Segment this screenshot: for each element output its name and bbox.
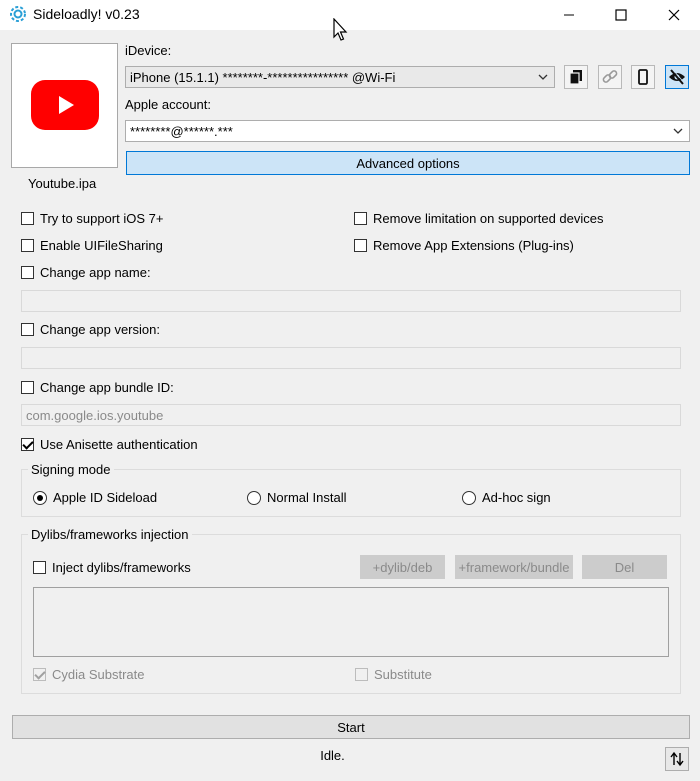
- change-bundle-checkbox[interactable]: [21, 381, 34, 394]
- add-framework-label: +framework/bundle: [458, 559, 570, 575]
- apple-id-radio[interactable]: [33, 490, 47, 505]
- bundle-id-field[interactable]: com.google.ios.youtube: [21, 404, 681, 426]
- copy-button[interactable]: [564, 65, 588, 89]
- change-bundle-label: Change app bundle ID:: [40, 380, 174, 395]
- minimize-icon: [564, 14, 574, 16]
- idevice-label: iDevice:: [125, 43, 172, 58]
- inject-dylibs-label: Inject dylibs/frameworks: [52, 560, 191, 575]
- mouse-cursor-icon: [333, 18, 348, 41]
- copy-icon: [569, 70, 582, 85]
- idevice-select[interactable]: iPhone (15.1.1) ********-***************…: [125, 66, 555, 88]
- phone-icon: [638, 69, 648, 85]
- dylibs-title: Dylibs/frameworks injection: [28, 527, 192, 542]
- remove-limitation-option[interactable]: Remove limitation on supported devices: [354, 211, 604, 226]
- cydia-option: Cydia Substrate: [33, 667, 145, 682]
- ios7-checkbox[interactable]: [21, 212, 34, 225]
- remove-extensions-checkbox[interactable]: [354, 239, 367, 252]
- file-sharing-option[interactable]: Enable UIFileSharing: [21, 238, 163, 253]
- device-info-button[interactable]: [631, 65, 655, 89]
- signing-mode-apple-id[interactable]: Apple ID Sideload: [33, 490, 157, 505]
- add-framework-button[interactable]: +framework/bundle: [455, 555, 573, 579]
- substitute-checkbox: [355, 668, 368, 681]
- dylibs-list[interactable]: [33, 587, 669, 657]
- add-dylib-label: +dylib/deb: [372, 559, 433, 575]
- ios7-label: Try to support iOS 7+: [40, 211, 164, 226]
- file-sharing-checkbox[interactable]: [21, 239, 34, 252]
- app-name-field[interactable]: [21, 290, 681, 312]
- cydia-label: Cydia Substrate: [52, 667, 145, 682]
- signing-mode-adhoc[interactable]: Ad-hoc sign: [462, 490, 551, 505]
- title-bar: Sideloadly! v0.23: [0, 0, 700, 30]
- file-sharing-label: Enable UIFileSharing: [40, 238, 163, 253]
- remove-extensions-label: Remove App Extensions (Plug-ins): [373, 238, 574, 253]
- anisette-option[interactable]: Use Anisette authentication: [21, 437, 198, 452]
- remove-limitation-label: Remove limitation on supported devices: [373, 211, 604, 226]
- change-name-checkbox[interactable]: [21, 266, 34, 279]
- signing-mode-normal[interactable]: Normal Install: [247, 490, 346, 505]
- maximize-icon: [615, 9, 627, 21]
- maximize-button[interactable]: [598, 0, 644, 30]
- ios7-option[interactable]: Try to support iOS 7+: [21, 211, 163, 226]
- change-version-checkbox[interactable]: [21, 323, 34, 336]
- advanced-options-button[interactable]: Advanced options: [126, 151, 690, 175]
- cydia-checkbox: [33, 668, 46, 681]
- signing-mode-title: Signing mode: [28, 462, 114, 477]
- delete-button[interactable]: Del: [582, 555, 667, 579]
- status-text: Idle.: [320, 748, 345, 763]
- close-button[interactable]: [651, 0, 697, 30]
- close-icon: [668, 9, 680, 21]
- app-version-field[interactable]: [21, 347, 681, 369]
- delete-label: Del: [614, 559, 635, 575]
- window-title: Sideloadly! v0.23: [33, 6, 140, 22]
- substitute-label: Substitute: [374, 667, 432, 682]
- change-version-label: Change app version:: [40, 322, 160, 337]
- apple-id-label: Apple ID Sideload: [53, 490, 158, 505]
- add-dylib-button[interactable]: +dylib/deb: [360, 555, 445, 579]
- minimize-button[interactable]: [546, 0, 592, 30]
- log-toggle-button[interactable]: [665, 747, 689, 771]
- ipa-file-name: Youtube.ipa: [28, 176, 97, 191]
- start-label: Start: [337, 719, 365, 735]
- start-button[interactable]: Start: [12, 715, 690, 739]
- change-name-option[interactable]: Change app name:: [21, 265, 151, 280]
- remove-extensions-option[interactable]: Remove App Extensions (Plug-ins): [354, 238, 574, 253]
- advanced-options-label: Advanced options: [356, 155, 460, 171]
- change-bundle-option[interactable]: Change app bundle ID:: [21, 380, 174, 395]
- apple-account-select[interactable]: ********@******.***: [125, 120, 690, 142]
- hide-info-button[interactable]: [665, 65, 689, 89]
- normal-install-radio[interactable]: [247, 490, 261, 505]
- apple-account-value: ********@******.***: [130, 123, 233, 139]
- anisette-checkbox[interactable]: [21, 438, 34, 451]
- inject-dylibs-checkbox[interactable]: [33, 561, 46, 574]
- remove-limitation-checkbox[interactable]: [354, 212, 367, 225]
- link-icon: [602, 70, 618, 83]
- inject-dylibs-option[interactable]: Inject dylibs/frameworks: [33, 560, 191, 575]
- normal-install-label: Normal Install: [267, 490, 347, 505]
- up-down-arrows-icon: [670, 751, 684, 767]
- eye-slash-icon: [669, 69, 685, 85]
- change-version-option[interactable]: Change app version:: [21, 322, 160, 337]
- link-button[interactable]: [598, 65, 622, 89]
- chevron-down-icon: [538, 74, 548, 80]
- adhoc-radio[interactable]: [462, 490, 476, 505]
- adhoc-label: Ad-hoc sign: [482, 490, 551, 505]
- anisette-label: Use Anisette authentication: [40, 437, 198, 452]
- sideloadly-gear-icon: [10, 6, 26, 22]
- chevron-down-icon: [673, 128, 683, 134]
- app-icon-preview[interactable]: [11, 43, 118, 168]
- apple-account-label: Apple account:: [125, 97, 212, 112]
- idevice-value: iPhone (15.1.1) ********-***************…: [130, 69, 396, 85]
- change-name-label: Change app name:: [40, 265, 151, 280]
- youtube-logo-icon: [31, 80, 99, 130]
- substitute-option: Substitute: [355, 667, 432, 682]
